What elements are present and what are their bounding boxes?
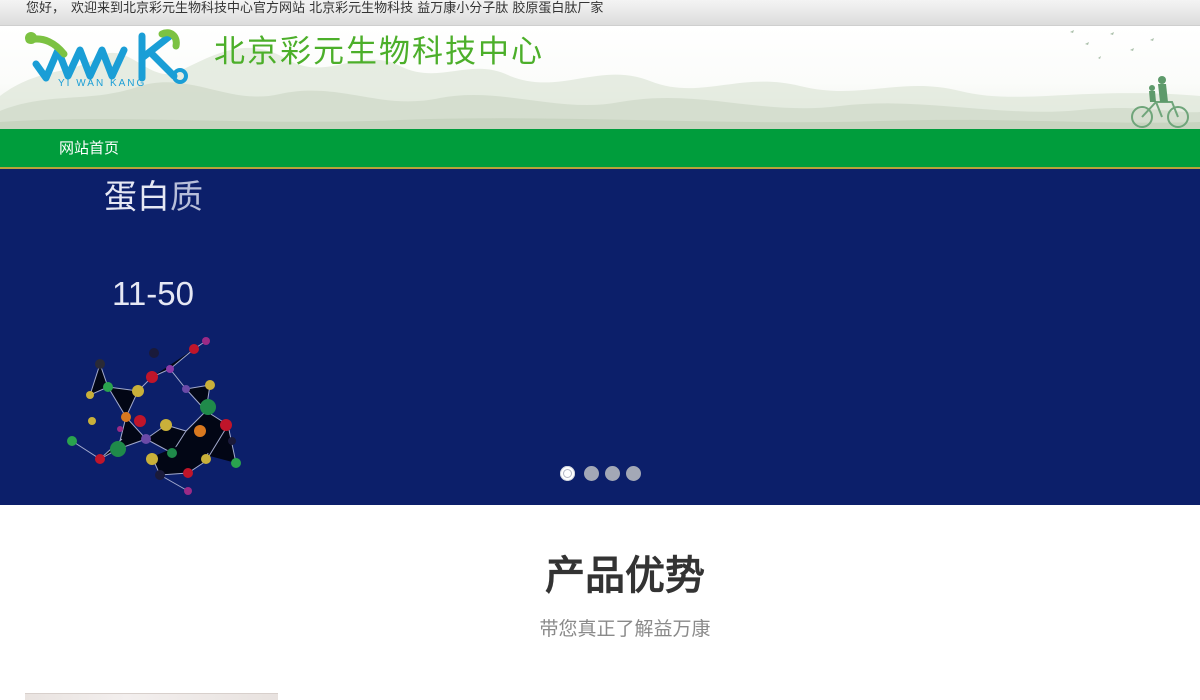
top-bar: 您好， 欢迎来到北京彩元生物科技中心官方网站 北京彩元生物科技 益万康小分子肽 胶… — [0, 0, 1200, 26]
slider-dot-2[interactable] — [584, 466, 599, 481]
logo-caption: YI WAN KANG — [58, 78, 146, 88]
yiwankang-logo[interactable]: YI WAN KANG — [24, 26, 189, 88]
banner-range: 11-50 — [112, 275, 194, 312]
banner-heading-tail: 质 — [170, 177, 203, 216]
slider-dot-1[interactable] — [560, 466, 575, 481]
section-subtitle: 带您真正了解益万康 — [539, 618, 711, 640]
site-header: YI WAN KANG 北京彩元生物科技中心 — [0, 26, 1200, 129]
slider-dot-3[interactable] — [605, 466, 620, 481]
hero-banner: 蛋白质 11-50 — [0, 169, 1200, 505]
section-title: 产品优势 — [545, 553, 705, 599]
product-card[interactable] — [25, 693, 278, 700]
slider-dot-4[interactable] — [626, 466, 641, 481]
greeting-text: 您好， — [26, 1, 66, 16]
site-title: 北京彩元生物科技中心 — [214, 34, 544, 70]
main-nav: 网站首页 — [0, 129, 1200, 169]
tagline-text: 北京彩元生物科技 益万康小分子肽 胶原蛋白肽厂家 — [309, 1, 604, 16]
welcome-message: 欢迎来到北京彩元生物科技中心官方网站 — [71, 1, 306, 16]
banner-heading-main: 蛋白 — [104, 177, 170, 216]
welcome-text: 您好， 欢迎来到北京彩元生物科技中心官方网站 北京彩元生物科技 益万康小分子肽 胶… — [26, 0, 603, 20]
banner-heading: 蛋白质 — [104, 177, 203, 217]
nav-item-home[interactable]: 网站首页 — [59, 129, 119, 167]
cyclist-illustration — [1131, 76, 1189, 128]
molecule-illustration — [67, 337, 241, 495]
